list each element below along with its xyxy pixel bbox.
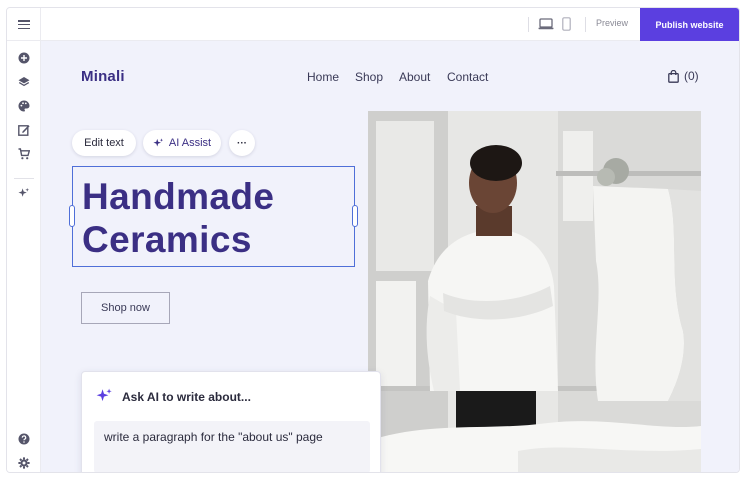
nav-about[interactable]: About <box>399 70 430 84</box>
menu-button[interactable] <box>7 8 41 41</box>
desktop-icon[interactable] <box>538 18 554 30</box>
ai-assist-label: AI Assist <box>168 137 212 149</box>
nav-contact[interactable]: Contact <box>447 70 488 84</box>
mobile-icon[interactable] <box>562 17 571 31</box>
cart-button[interactable]: (0) <box>668 69 699 83</box>
site-canvas: Minali Home Shop About Contact (0) Edit … <box>41 41 739 472</box>
website-editor: Preview Publish website Minali Home Shop… <box>6 7 740 473</box>
settings-icon[interactable] <box>18 457 30 469</box>
edit-page-icon[interactable] <box>18 124 30 136</box>
shop-now-button[interactable]: Shop now <box>81 292 170 324</box>
hero-photo[interactable] <box>368 111 701 472</box>
publish-website-button[interactable]: Publish website <box>640 8 739 41</box>
divider <box>585 17 586 32</box>
layers-icon[interactable] <box>18 76 30 88</box>
resize-handle-left[interactable] <box>69 205 75 227</box>
ai-prompt-input[interactable]: write a paragraph for the "about us" pag… <box>94 421 370 472</box>
site-logo[interactable]: Minali <box>81 68 125 85</box>
tool-sidebar <box>7 41 41 472</box>
ai-assist-button[interactable]: AI Assist <box>143 130 221 156</box>
hero-heading-line2: Ceramics <box>82 219 252 260</box>
divider <box>528 17 529 32</box>
resize-handle-right[interactable] <box>352 205 358 227</box>
sidebar-divider <box>14 178 34 179</box>
help-icon[interactable] <box>18 433 30 445</box>
cart-icon[interactable] <box>18 148 30 160</box>
sparkle-icon <box>153 137 164 146</box>
ai-prompt-header: Ask AI to write about... <box>96 388 251 405</box>
hero-heading-selection[interactable]: Handmade Ceramics <box>69 166 358 267</box>
ai-prompt-panel: Ask AI to write about... write a paragra… <box>81 371 381 472</box>
sparkle-icon[interactable] <box>18 187 30 199</box>
edit-text-button[interactable]: Edit text <box>72 130 136 156</box>
edit-text-label: Edit text <box>84 137 124 149</box>
more-options-button[interactable]: ··· <box>229 130 255 156</box>
preview-button[interactable]: Preview <box>596 18 628 28</box>
hero-heading-line1: Handmade <box>82 176 275 217</box>
editor-topbar: Preview Publish website <box>7 8 739 41</box>
shopping-bag-icon <box>668 69 679 83</box>
hero-heading[interactable]: Handmade Ceramics <box>82 175 274 261</box>
sparkle-icon <box>96 388 112 402</box>
nav-shop[interactable]: Shop <box>355 70 383 84</box>
add-icon[interactable] <box>18 52 30 64</box>
palette-icon[interactable] <box>18 100 30 112</box>
ai-prompt-title: Ask AI to write about... <box>122 389 251 404</box>
nav-home[interactable]: Home <box>307 70 339 84</box>
hamburger-icon <box>17 20 30 29</box>
cart-count: (0) <box>684 69 699 83</box>
